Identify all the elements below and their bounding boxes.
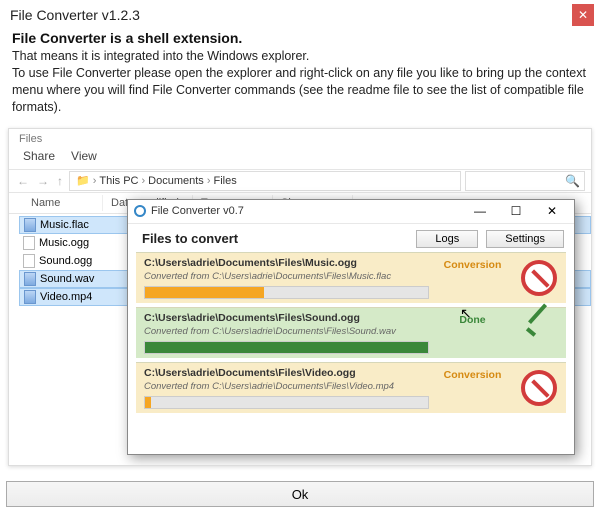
maximize-button[interactable]: ☐: [498, 201, 534, 221]
folder-icon: 📁: [76, 174, 90, 187]
breadcrumb-segment[interactable]: This PC: [99, 175, 138, 187]
breadcrumb[interactable]: 📁 › This PC › Documents › Files: [69, 171, 461, 191]
app-icon: [134, 205, 146, 217]
close-button[interactable]: ✕: [534, 201, 570, 221]
cancel-icon[interactable]: [521, 260, 557, 296]
nav-back-icon[interactable]: ←: [15, 174, 31, 188]
explorer-search[interactable]: 🔍: [465, 171, 585, 191]
nav-forward-icon[interactable]: →: [35, 174, 51, 188]
breadcrumb-segment[interactable]: Documents: [148, 175, 204, 187]
converter-dialog: File Converter v0.7 — ☐ ✕ Files to conve…: [127, 199, 575, 455]
file-icon: [24, 290, 36, 304]
file-name: Video.mp4: [40, 291, 92, 303]
search-icon: 🔍: [565, 174, 580, 188]
output-path: C:\Users\adrie\Documents\Files\Sound.ogg: [144, 312, 429, 324]
window-title: File Converter v1.2.3: [10, 7, 140, 23]
intro-heading: File Converter is a shell extension.: [12, 30, 588, 46]
file-icon: [24, 272, 36, 286]
close-button[interactable]: ✕: [572, 4, 594, 26]
conversion-item: C:\Users\adrie\Documents\Files\Music.ogg…: [136, 252, 566, 303]
status-label: Conversion: [435, 367, 510, 409]
source-path: Converted from C:\Users\adrie\Documents\…: [144, 326, 429, 337]
explorer-tab[interactable]: Files: [9, 129, 591, 145]
status-label: Conversion: [435, 257, 510, 299]
progress-bar: [144, 341, 429, 354]
source-path: Converted from C:\Users\adrie\Documents\…: [144, 381, 429, 392]
ribbon-share[interactable]: Share: [23, 149, 55, 163]
nav-up-icon[interactable]: ↑: [55, 174, 65, 188]
intro-body: That means it is integrated into the Win…: [12, 48, 588, 116]
output-path: C:\Users\adrie\Documents\Files\Video.ogg: [144, 367, 429, 379]
settings-button[interactable]: Settings: [486, 230, 564, 248]
file-icon: [23, 236, 35, 250]
file-name: Music.ogg: [39, 237, 89, 249]
file-name: Sound.ogg: [39, 255, 92, 267]
breadcrumb-segment[interactable]: Files: [213, 175, 236, 187]
converter-heading: Files to convert: [142, 231, 238, 246]
ribbon-view[interactable]: View: [71, 149, 97, 163]
file-icon: [23, 254, 35, 268]
progress-bar: [144, 396, 429, 409]
conversion-item: C:\Users\adrie\Documents\Files\Video.ogg…: [136, 362, 566, 413]
column-header-name[interactable]: Name: [23, 195, 103, 211]
progress-bar: [144, 286, 429, 299]
ok-button[interactable]: Ok: [6, 481, 594, 507]
status-label: Done: [435, 312, 510, 354]
cancel-icon[interactable]: [521, 370, 557, 406]
output-path: C:\Users\adrie\Documents\Files\Music.ogg: [144, 257, 429, 269]
logs-button[interactable]: Logs: [416, 230, 478, 248]
conversion-item: C:\Users\adrie\Documents\Files\Sound.ogg…: [136, 307, 566, 358]
checkmark-icon: [520, 318, 558, 348]
file-icon: [24, 218, 36, 232]
converter-title: File Converter v0.7: [151, 205, 244, 217]
explorer-window: Files Share View ← → ↑ 📁 › This PC › Doc…: [8, 128, 592, 466]
file-name: Music.flac: [40, 219, 89, 231]
file-name: Sound.wav: [40, 273, 94, 285]
source-path: Converted from C:\Users\adrie\Documents\…: [144, 271, 429, 282]
minimize-button[interactable]: —: [462, 201, 498, 221]
